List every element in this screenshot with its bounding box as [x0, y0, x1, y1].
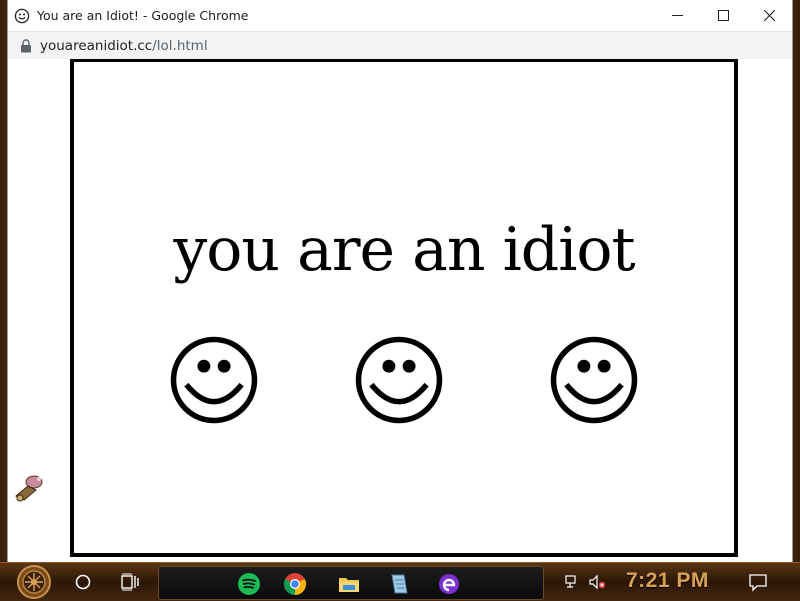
task-view-button[interactable] — [121, 573, 141, 591]
page-content: you are an idiot — [8, 59, 792, 562]
volume-muted-icon[interactable] — [588, 574, 606, 590]
network-icon[interactable] — [564, 574, 582, 590]
search-button[interactable] — [74, 573, 92, 591]
url-host: youareanidiot.cc — [40, 37, 153, 54]
idiot-frame: you are an idiot — [70, 59, 738, 557]
window-title: You are an Idiot! - Google Chrome — [37, 8, 249, 23]
start-button[interactable] — [12, 564, 56, 600]
close-button[interactable] — [746, 0, 792, 31]
smiley-face-icon — [355, 336, 443, 424]
edge-icon[interactable] — [437, 572, 461, 596]
taskbar: 7:21 PM — [0, 562, 800, 601]
file-explorer-icon[interactable] — [337, 572, 361, 596]
browser-window: You are an Idiot! - Google Chrome youare… — [8, 0, 792, 562]
url-text[interactable]: youareanidiot.cc/lol.html — [40, 38, 208, 54]
maximize-button[interactable] — [700, 0, 746, 31]
minimize-button[interactable] — [654, 0, 700, 31]
address-bar[interactable]: youareanidiot.cc/lol.html — [8, 32, 792, 60]
smiley-face-icon — [170, 336, 258, 424]
chrome-icon[interactable] — [283, 572, 307, 596]
system-tray: 7:21 PM — [556, 566, 796, 598]
headline-text: you are an idiot — [173, 215, 635, 285]
maximize-icon — [717, 10, 729, 21]
title-bar[interactable]: You are an Idiot! - Google Chrome — [8, 0, 792, 32]
airship-gadget-icon[interactable] — [12, 466, 48, 504]
url-path: /lol.html — [152, 37, 208, 54]
minimize-icon — [671, 15, 683, 16]
lock-icon — [21, 38, 31, 52]
smiley-face-icon — [550, 336, 638, 424]
pinned-apps-tray — [158, 566, 544, 600]
taskbar-clock[interactable]: 7:21 PM — [626, 569, 709, 593]
spotify-icon[interactable] — [237, 572, 261, 596]
notepad-icon[interactable] — [387, 572, 411, 596]
close-icon — [763, 10, 775, 21]
smiley-favicon-icon — [14, 8, 30, 23]
notification-center-icon[interactable] — [748, 572, 768, 592]
